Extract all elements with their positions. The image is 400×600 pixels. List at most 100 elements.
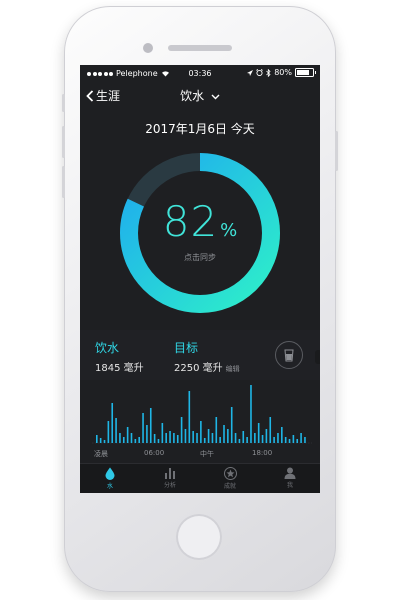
tab-analysis[interactable]: 分析 [140, 467, 200, 489]
drink-value: 1845 毫升 [95, 363, 144, 374]
intake-bar [288, 439, 291, 443]
goal-value: 2250 毫升 [174, 363, 223, 374]
tab-water[interactable]: 水 [80, 467, 140, 490]
intake-bar [250, 385, 252, 443]
intake-bar [234, 433, 237, 443]
intake-bar [107, 421, 110, 443]
battery-icon [295, 68, 316, 77]
intake-bar [184, 429, 187, 443]
intake-bar [165, 433, 167, 443]
intake-bar [115, 418, 117, 443]
intake-chart: 凌晨 06:00 中午 18:00 [80, 380, 320, 462]
front-camera [143, 43, 153, 53]
intake-bar [219, 437, 221, 443]
intake-bar [161, 423, 164, 443]
percent-sign: % [220, 220, 238, 241]
tab-analysis-label: 分析 [163, 482, 176, 489]
intake-bar [173, 433, 175, 443]
drink-title: 饮水 [95, 341, 120, 355]
intake-bar [157, 439, 160, 443]
intake-bar [257, 423, 260, 443]
status-bar: Pelephone 03:36 80% [80, 65, 320, 83]
percent-value: 82 [162, 197, 219, 246]
x-label-midnight: 凌晨 [94, 450, 108, 458]
intake-bar [300, 433, 302, 443]
intake-bar [99, 438, 102, 443]
x-label-1800: 18:00 [252, 449, 273, 457]
page-title: 饮水 [180, 89, 205, 103]
person-icon [284, 467, 296, 479]
intake-bar [215, 417, 218, 443]
date-label: 2017年1月6日 今天 [145, 122, 255, 136]
intake-bar [149, 408, 152, 443]
intake-bar [304, 437, 306, 443]
intake-bar [261, 435, 264, 443]
intake-bar [146, 425, 148, 443]
intake-bar [200, 421, 202, 443]
intake-bar [192, 431, 194, 443]
intake-bar [265, 429, 268, 443]
tab-bar: 水 分析 成就 我 [80, 463, 320, 493]
intake-bar [96, 435, 98, 443]
progress-ring[interactable]: 82% 点击同步 [120, 153, 280, 313]
intake-bar [138, 437, 140, 443]
intake-bar [242, 431, 245, 443]
intake-bar [292, 435, 295, 443]
intake-bar [254, 433, 256, 443]
intake-bar [111, 403, 114, 443]
location-icon [247, 69, 254, 76]
intake-bar [126, 427, 129, 443]
intake-bar [207, 429, 210, 443]
home-button[interactable] [176, 514, 222, 560]
alarm-icon [256, 69, 264, 76]
intake-bar [134, 439, 137, 443]
tab-me[interactable]: 我 [260, 467, 320, 489]
intake-bar [211, 433, 214, 443]
intake-bar [176, 435, 179, 443]
bar-chart-icon [165, 468, 175, 479]
intake-bar [122, 437, 125, 443]
drawer-handle[interactable] [315, 350, 320, 364]
tab-achievements[interactable]: 成就 [200, 467, 260, 490]
water-drop-icon [105, 467, 115, 480]
intake-bar [188, 391, 191, 443]
intake-bar [277, 433, 279, 443]
mute-switch [62, 94, 65, 112]
intake-bar [153, 434, 156, 443]
stats-panel: 饮水 1845 毫升 目标 2250 毫升 编辑 [80, 330, 320, 380]
intake-bar [130, 433, 133, 443]
page-title-dropdown[interactable]: 饮水 [80, 87, 320, 104]
intake-bar [269, 417, 272, 443]
tab-me-label: 我 [286, 482, 293, 489]
x-label-0600: 06:00 [144, 449, 165, 457]
tab-achievements-label: 成就 [223, 483, 236, 490]
intake-bars [92, 385, 312, 444]
app-screen: Pelephone 03:36 80% 生涯 饮水 2017年1月6日 今天 8… [80, 65, 320, 493]
intake-bar [273, 437, 275, 443]
intake-bar [223, 425, 225, 443]
battery-percent: 80% [274, 68, 292, 77]
intake-bar [142, 413, 144, 443]
intake-bar [296, 439, 299, 443]
intake-bar [103, 440, 106, 443]
goal-title: 目标 [174, 341, 199, 355]
power-button [335, 131, 338, 171]
sync-label[interactable]: 点击同步 [120, 252, 280, 263]
intake-bar [203, 438, 206, 443]
star-badge-icon [223, 467, 237, 480]
intake-bar [230, 407, 233, 443]
intake-bar [227, 429, 229, 443]
intake-bar [284, 437, 287, 443]
earpiece-speaker [168, 45, 232, 51]
add-water-button[interactable] [275, 341, 303, 369]
volume-down-button [62, 166, 65, 198]
intake-bar [119, 433, 121, 443]
chevron-down-icon [211, 94, 220, 99]
intake-bar [169, 431, 171, 443]
percent-display: 82% [120, 197, 280, 246]
edit-goal-link[interactable]: 编辑 [226, 365, 240, 373]
intake-bar [246, 437, 248, 443]
x-label-noon: 中午 [200, 450, 214, 458]
cup-icon [284, 349, 294, 361]
tab-water-label: 水 [106, 483, 113, 490]
